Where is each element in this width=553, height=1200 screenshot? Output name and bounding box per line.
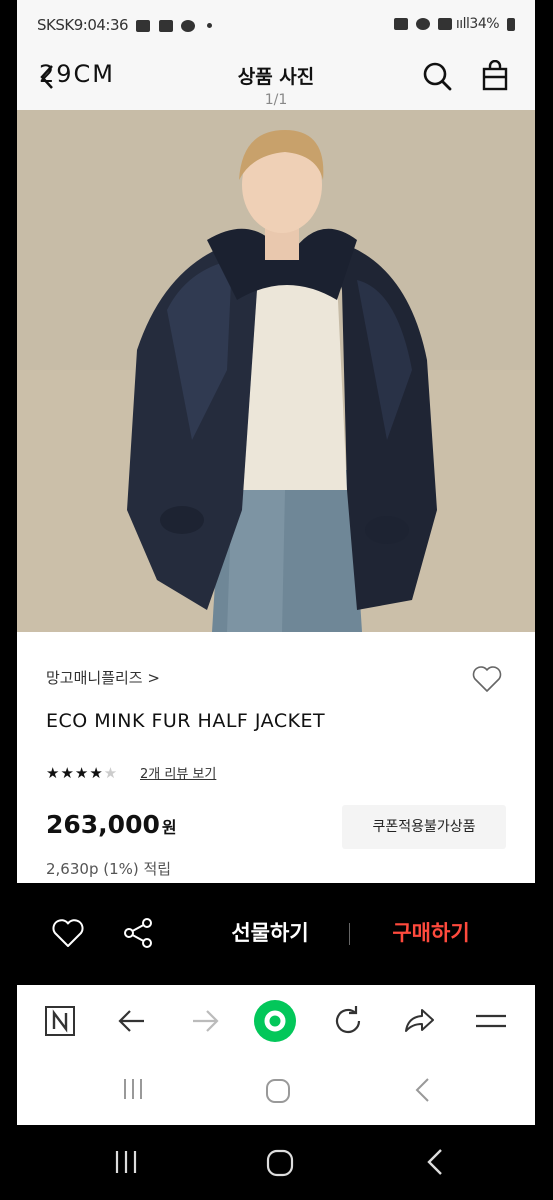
notification-dot-icon bbox=[207, 23, 213, 28]
app-frame: SKSK9:04:36 ııll34% 29CM 상품 사진 1/1 망고매니플… bbox=[17, 0, 535, 1125]
stars-filled: ★★★★ bbox=[46, 764, 104, 782]
battery-saver-icon bbox=[394, 18, 408, 30]
gift-button[interactable]: 선물하기 bbox=[212, 917, 328, 947]
page-title: 상품 사진 bbox=[237, 66, 315, 88]
shopping-bag-icon[interactable] bbox=[479, 60, 511, 92]
browser-toolbar bbox=[17, 985, 535, 1125]
model-wearing-fur-jacket-image bbox=[17, 110, 535, 632]
product-name: ECO MINK FUR HALF JACKET bbox=[46, 710, 326, 732]
system-navigation-bar bbox=[0, 1125, 553, 1200]
status-bar: SKSK9:04:36 ııll34% bbox=[17, 0, 535, 52]
product-photo[interactable] bbox=[17, 110, 535, 632]
back-arrow-icon[interactable] bbox=[114, 1003, 150, 1039]
brand-link[interactable]: 망고매니플리즈 > bbox=[46, 667, 160, 688]
refresh-icon[interactable] bbox=[330, 1003, 366, 1039]
gallery-icon bbox=[136, 19, 151, 32]
share-icon[interactable] bbox=[120, 915, 156, 951]
battery-icon bbox=[507, 17, 515, 31]
mute-icon bbox=[437, 18, 452, 30]
stars-empty: ★ bbox=[103, 764, 119, 782]
forward-arrow-icon[interactable] bbox=[187, 1003, 223, 1039]
price-currency: 원 bbox=[161, 818, 177, 837]
image-viewer-header: 29CM 상품 사진 1/1 bbox=[17, 52, 535, 110]
points-text: 2,630p (1%) 적립 bbox=[46, 860, 172, 878]
menu-icon[interactable] bbox=[473, 1003, 509, 1039]
buy-button[interactable]: 구매하기 bbox=[373, 917, 489, 947]
rating-stars: ★★★★★ bbox=[46, 764, 118, 782]
home-circle-icon[interactable] bbox=[253, 999, 297, 1043]
signal-battery-text: ııll34% bbox=[455, 16, 500, 32]
naver-n-icon[interactable] bbox=[42, 1003, 78, 1039]
status-time: SKSK9:04:36 bbox=[37, 16, 129, 34]
status-left: SKSK9:04:36 bbox=[37, 16, 213, 34]
back-button-icon[interactable] bbox=[424, 1148, 446, 1176]
share-arrow-icon[interactable] bbox=[401, 1003, 437, 1039]
product-info: 망고매니플리즈 > ECO MINK FUR HALF JACKET ★★★★★… bbox=[17, 632, 535, 883]
coupon-status-button[interactable]: 쿠폰적용불가상품 bbox=[342, 805, 506, 849]
search-icon[interactable] bbox=[421, 60, 453, 92]
back-button-icon[interactable] bbox=[413, 1077, 433, 1103]
purchase-action-bar: 선물하기 구매하기 bbox=[17, 883, 535, 985]
image-counter: 1/1 bbox=[264, 92, 288, 108]
price: 263,000 원 bbox=[46, 810, 177, 839]
home-button-icon[interactable] bbox=[266, 1149, 294, 1177]
cloud-icon bbox=[158, 19, 173, 32]
heart-icon[interactable] bbox=[469, 660, 505, 696]
talk-icon bbox=[180, 19, 195, 32]
recent-apps-icon[interactable] bbox=[113, 1149, 139, 1175]
recent-apps-icon[interactable] bbox=[121, 1077, 145, 1101]
status-right: ııll34% bbox=[390, 16, 515, 32]
alarm-icon bbox=[415, 18, 430, 30]
home-button-icon[interactable] bbox=[265, 1078, 291, 1104]
action-divider bbox=[349, 923, 350, 945]
review-link[interactable]: 2개 리뷰 보기 bbox=[140, 763, 216, 782]
price-amount: 263,000 bbox=[46, 810, 160, 839]
heart-icon[interactable] bbox=[49, 915, 87, 951]
